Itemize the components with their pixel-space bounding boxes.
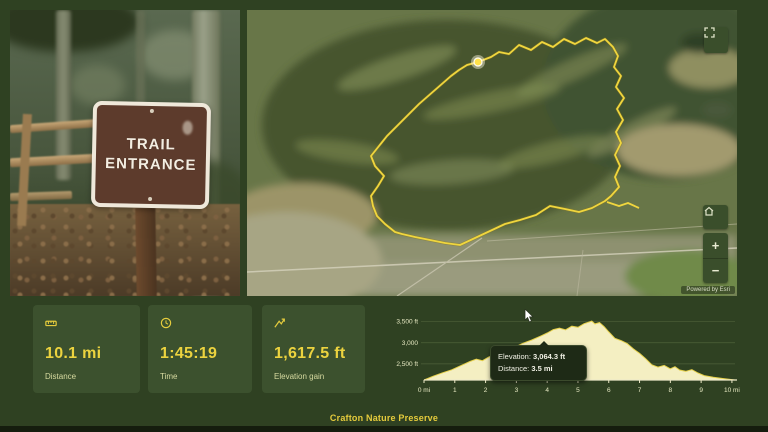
svg-text:3,500 ft: 3,500 ft — [396, 319, 418, 326]
sign-post — [135, 207, 157, 296]
stat-value: 1:45:19 — [160, 345, 218, 362]
map-zoom-in-button[interactable]: + — [703, 233, 728, 259]
route-start-marker — [471, 55, 485, 69]
map-zoom-out-button[interactable]: − — [703, 258, 728, 283]
stat-label: Elevation gain — [274, 372, 325, 381]
svg-text:9: 9 — [699, 387, 703, 394]
map-expand-button[interactable] — [704, 27, 728, 53]
stat-value: 1,617.5 ft — [274, 345, 346, 362]
map-attribution: Powered by Esri — [681, 286, 735, 294]
stat-label: Time — [160, 372, 178, 381]
footer: Crafton Nature Preserve — [0, 408, 768, 426]
cursor-pointer-icon — [524, 309, 534, 323]
svg-text:7: 7 — [638, 387, 642, 394]
elevation-icon — [274, 318, 285, 328]
sign-smudge — [182, 120, 193, 135]
foliage-shadow — [10, 10, 140, 52]
svg-text:8: 8 — [669, 387, 673, 394]
svg-text:5: 5 — [576, 387, 580, 394]
letterbox-bar — [0, 426, 768, 432]
page-title: Crafton Nature Preserve — [329, 413, 439, 423]
tooltip-elevation-value: 3,064.3 ft — [533, 352, 566, 361]
tooltip-distance-label: Distance: — [498, 364, 530, 373]
svg-text:2: 2 — [484, 387, 488, 394]
svg-text:6: 6 — [607, 387, 611, 394]
tooltip-distance-value: 3.5 mi — [531, 364, 553, 373]
svg-text:1: 1 — [453, 387, 457, 394]
clock-icon — [160, 317, 172, 329]
home-icon — [704, 206, 714, 216]
stat-card-time: 1:45:19 Time — [148, 305, 252, 393]
satellite-imagery — [247, 10, 737, 296]
route-distance-icon — [45, 320, 57, 327]
screw — [148, 196, 153, 202]
foliage-light-2 — [70, 65, 125, 105]
stat-card-distance: 10.1 mi Distance — [33, 305, 140, 393]
svg-text:2,500 ft: 2,500 ft — [396, 361, 418, 368]
svg-text:4: 4 — [545, 387, 549, 394]
svg-text:3,000: 3,000 — [402, 340, 419, 347]
tooltip-distance-row: Distance: 3.5 mi — [498, 363, 579, 375]
trail-entrance-sign: TRAIL ENTRANCE — [90, 100, 212, 210]
map-basemap-button[interactable] — [703, 205, 728, 229]
tooltip-elevation-label: Elevation: — [498, 352, 531, 361]
elevation-chart[interactable]: 3,500 ft 3,000 2,500 ft 0 mi 1 2 3 4 5 6 7 8 9 10 mi … — [390, 307, 745, 399]
stat-label: Distance — [45, 372, 77, 381]
app-root: TRAIL ENTRANCE + − Powered by Esri 10.1 … — [0, 0, 768, 432]
sign-text-line1: TRAIL — [126, 135, 176, 154]
screw — [149, 108, 154, 114]
stat-card-elevation-gain: 1,617.5 ft Elevation gain — [262, 305, 365, 393]
tooltip-elevation-row: Elevation: 3,064.3 ft — [498, 351, 579, 363]
svg-text:0 mi: 0 mi — [418, 387, 430, 394]
map-zoom-controls: + − — [703, 233, 728, 283]
chart-tooltip: Elevation: 3,064.3 ft Distance: 3.5 mi — [490, 341, 587, 381]
leaf-litter-ground — [10, 204, 240, 296]
svg-text:3: 3 — [515, 387, 519, 394]
stat-value: 10.1 mi — [45, 345, 102, 362]
svg-text:10 mi: 10 mi — [724, 387, 740, 394]
trail-photo: TRAIL ENTRANCE — [10, 10, 240, 296]
expand-icon — [704, 27, 715, 38]
sign-text-line2: ENTRANCE — [104, 155, 197, 174]
trail-map[interactable]: + − Powered by Esri — [247, 10, 737, 296]
